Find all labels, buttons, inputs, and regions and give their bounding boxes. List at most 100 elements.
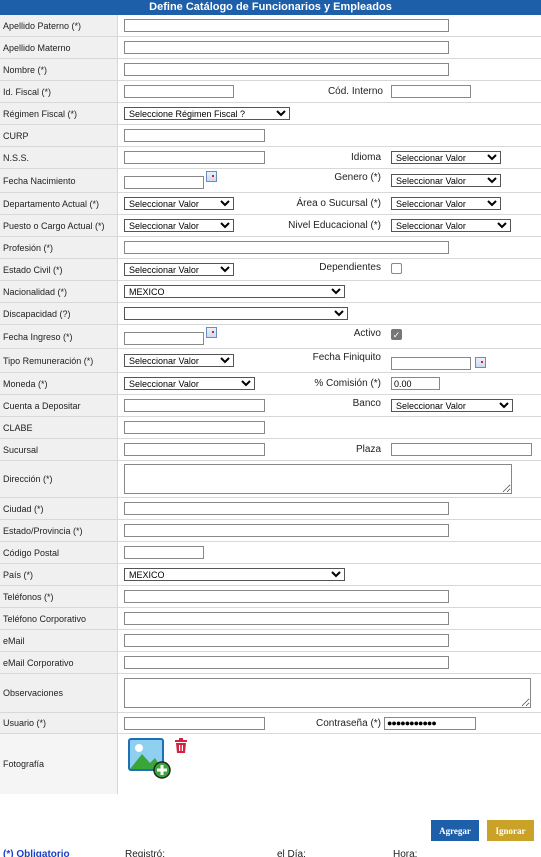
apellido-paterno-input[interactable] <box>124 19 449 32</box>
label-discapacidad: Discapacidad (?) <box>0 303 118 324</box>
row-moneda: Moneda (*) Seleccionar Valor % Comisión … <box>0 373 541 395</box>
fecha-ingreso-input[interactable] <box>124 332 204 345</box>
label-direccion: Dirección (*) <box>0 461 118 497</box>
footer: (*) Obligatorio Registró: el Día: Hora: <box>0 849 541 857</box>
add-photo-icon[interactable] <box>128 738 172 780</box>
label-area: Área o Sucursal (*) <box>296 198 381 209</box>
label-banco: Banco <box>352 398 381 409</box>
estado-input[interactable] <box>124 524 449 537</box>
label-puesto: Puesto o Cargo Actual (*) <box>0 215 118 236</box>
label-email: eMail <box>0 630 118 651</box>
label-nivel-educacional: Nivel Educacional (*) <box>288 220 381 231</box>
banco-select[interactable]: Seleccionar Valor <box>391 399 513 412</box>
row-estado-civil: Estado Civil (*) Seleccionar Valor Depen… <box>0 259 541 281</box>
telefonos-input[interactable] <box>124 590 449 603</box>
row-puesto: Puesto o Cargo Actual (*) Seleccionar Va… <box>0 215 541 237</box>
nivel-educacional-select[interactable]: Seleccionar Valor <box>391 219 511 232</box>
activo-checkbox[interactable]: ✓ <box>391 329 402 340</box>
row-observaciones: Observaciones <box>0 674 541 713</box>
label-fecha-finiquito: Fecha Finiquito <box>312 352 381 363</box>
label-sucursal: Sucursal <box>0 439 118 460</box>
direccion-textarea[interactable] <box>124 464 512 494</box>
agregar-button[interactable]: Agregar <box>431 820 479 841</box>
idioma-select[interactable]: Seleccionar Valor <box>391 151 501 164</box>
telefono-corp-input[interactable] <box>124 612 449 625</box>
curp-input[interactable] <box>124 129 265 142</box>
row-apellido-paterno: Apellido Paterno (*) <box>0 15 541 37</box>
comision-input[interactable] <box>391 377 440 390</box>
label-nombre: Nombre (*) <box>0 59 118 80</box>
row-profesion: Profesión (*) <box>0 237 541 259</box>
row-telefono-corp: Teléfono Corporativo <box>0 608 541 630</box>
nombre-input[interactable] <box>124 63 449 76</box>
fecha-nacimiento-input[interactable] <box>124 176 204 189</box>
delete-photo-icon[interactable] <box>174 738 188 754</box>
profesion-input[interactable] <box>124 241 449 254</box>
label-ciudad: Ciudad (*) <box>0 498 118 519</box>
sucursal-input[interactable] <box>124 443 265 456</box>
nacionalidad-select[interactable]: MEXICO <box>124 285 345 298</box>
cod-interno-input[interactable] <box>391 85 471 98</box>
registro-label: Registró: <box>125 849 166 857</box>
observaciones-textarea[interactable] <box>124 678 531 708</box>
row-codigo-postal: Código Postal <box>0 542 541 564</box>
clabe-input[interactable] <box>124 421 265 434</box>
ignorar-button[interactable]: Ignorar <box>487 820 534 841</box>
calendar-icon[interactable] <box>206 171 217 182</box>
label-fotografia: Fotografía <box>0 734 118 794</box>
label-cod-interno: Cód. Interno <box>327 86 383 97</box>
label-profesion: Profesión (*) <box>0 237 118 258</box>
departamento-select[interactable]: Seleccionar Valor <box>124 197 234 210</box>
label-clabe: CLABE <box>0 417 118 438</box>
ciudad-input[interactable] <box>124 502 449 515</box>
apellido-materno-input[interactable] <box>124 41 449 54</box>
discapacidad-select[interactable] <box>124 307 348 320</box>
label-telefonos: Teléfonos (*) <box>0 586 118 607</box>
estado-civil-select[interactable]: Seleccionar Valor <box>124 263 234 276</box>
regimen-fiscal-select[interactable]: Seleccione Régimen Fiscal ? <box>124 107 290 120</box>
obligatorio-note: (*) Obligatorio <box>3 849 70 857</box>
moneda-select[interactable]: Seleccionar Valor <box>124 377 255 390</box>
email-corp-input[interactable] <box>124 656 449 669</box>
contrasena-input[interactable] <box>384 716 476 730</box>
label-nacionalidad: Nacionalidad (*) <box>0 281 118 302</box>
fecha-finiquito-input[interactable] <box>391 357 471 370</box>
plaza-input[interactable] <box>391 443 532 456</box>
label-comision: % Comisión (*) <box>314 378 381 389</box>
dependientes-checkbox[interactable] <box>391 263 402 274</box>
label-idioma: Idioma <box>350 152 381 163</box>
form-title: Define Catálogo de Funcionarios y Emplea… <box>0 0 541 15</box>
label-cuenta: Cuenta a Depositar <box>0 395 118 416</box>
label-id-fiscal: Id. Fiscal (*) <box>0 81 118 102</box>
label-regimen-fiscal: Régimen Fiscal (*) <box>0 103 118 124</box>
usuario-input[interactable] <box>124 716 265 730</box>
id-fiscal-input[interactable] <box>124 85 234 98</box>
nss-input[interactable] <box>124 151 265 164</box>
tipo-remuneracion-select[interactable]: Seleccionar Valor <box>124 354 234 367</box>
row-direccion: Dirección (*) <box>0 461 541 498</box>
row-email: eMail <box>0 630 541 652</box>
hora-label: Hora: <box>393 849 418 857</box>
calendar-icon[interactable] <box>475 357 486 368</box>
row-nss: N.S.S. Idioma Seleccionar Valor <box>0 147 541 169</box>
row-tipo-remuneracion: Tipo Remuneración (*) Seleccionar Valor … <box>0 349 541 373</box>
area-select[interactable]: Seleccionar Valor <box>391 197 501 210</box>
codigo-postal-input[interactable] <box>124 546 204 559</box>
label-fecha-nacimiento: Fecha Nacimiento <box>0 169 118 192</box>
row-cuenta: Cuenta a Depositar Banco Seleccionar Val… <box>0 395 541 417</box>
label-observaciones: Observaciones <box>0 674 118 712</box>
genero-select[interactable]: Seleccionar Valor <box>391 174 501 187</box>
cuenta-input[interactable] <box>124 399 265 412</box>
label-email-corp: eMail Corporativo <box>0 652 118 673</box>
calendar-icon[interactable] <box>206 327 217 338</box>
pais-select[interactable]: MEXICO <box>124 568 345 581</box>
row-fotografia: Fotografía <box>0 734 541 794</box>
el-dia-label: el Día: <box>277 849 306 857</box>
label-moneda: Moneda (*) <box>0 373 118 394</box>
label-usuario: Usuario (*) <box>0 713 118 733</box>
puesto-select[interactable]: Seleccionar Valor <box>124 219 234 232</box>
row-fecha-nacimiento: Fecha Nacimiento Genero (*) Seleccionar … <box>0 169 541 193</box>
label-activo: Activo <box>353 328 381 339</box>
label-fecha-ingreso: Fecha Ingreso (*) <box>0 325 118 348</box>
email-input[interactable] <box>124 634 449 647</box>
